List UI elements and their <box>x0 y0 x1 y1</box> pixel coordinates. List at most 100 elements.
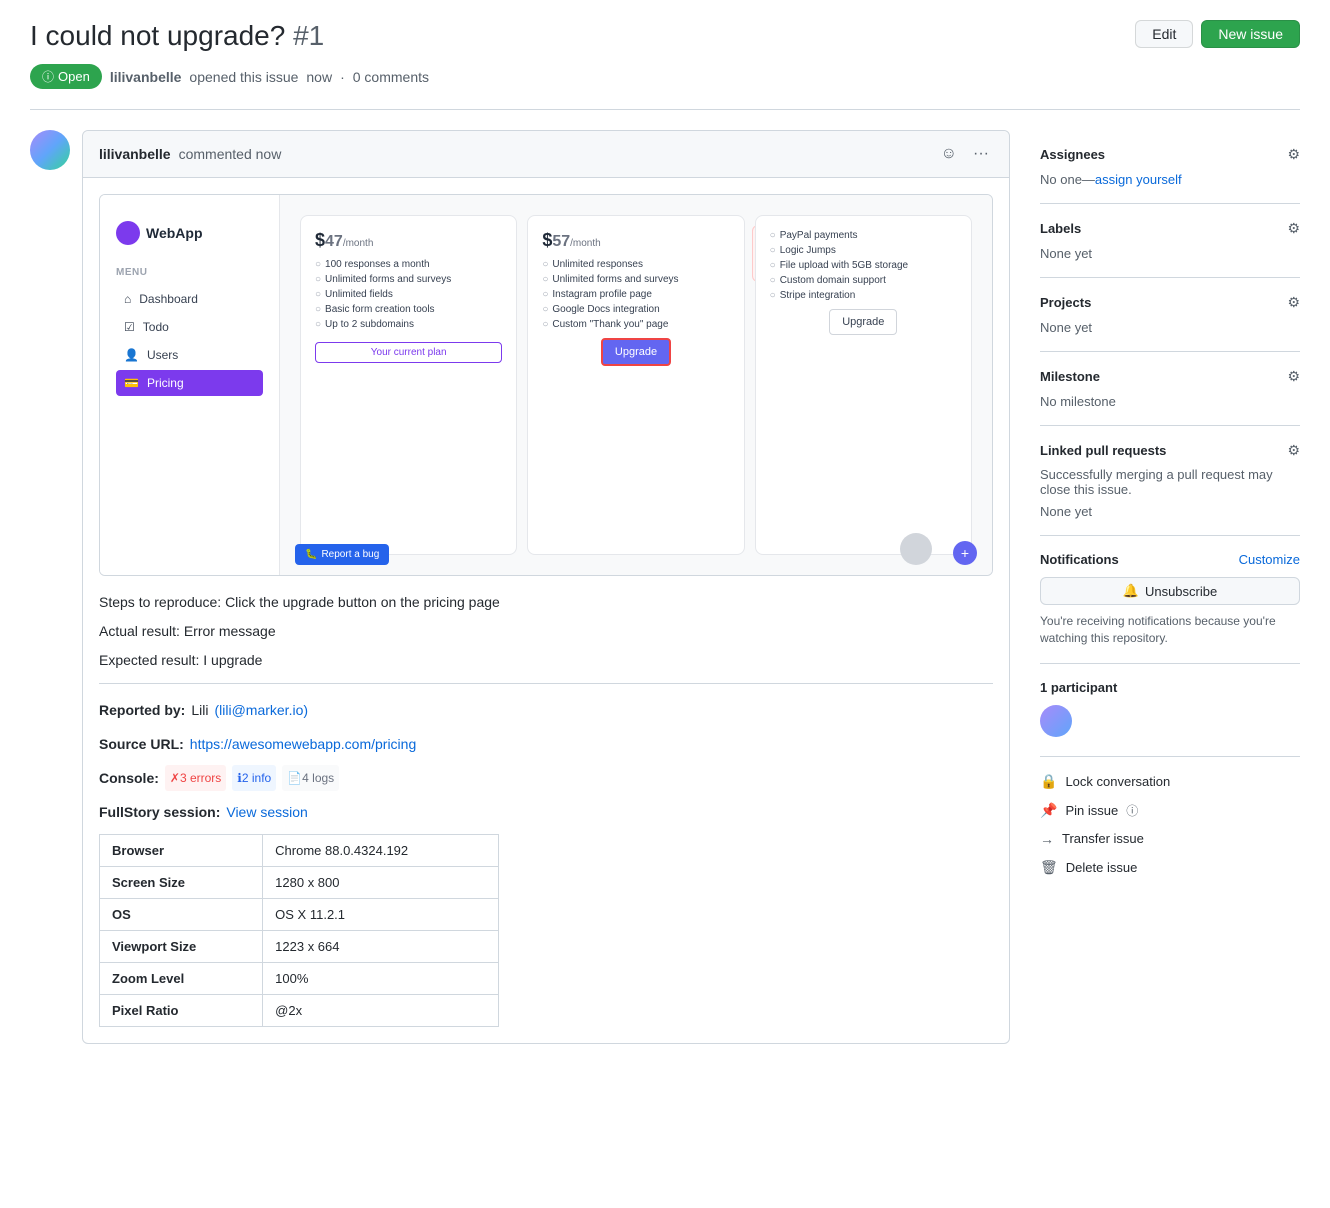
view-session-link[interactable]: View session <box>226 798 307 826</box>
labels-value: None yet <box>1040 246 1092 261</box>
sidebar-actions: 🔒 Lock conversation 📌 Pin issue ⓘ → Tran… <box>1040 756 1300 892</box>
sidebar: Assignees ⚙ No one—assign yourself Label… <box>1040 130 1300 1060</box>
webapp-user-avatar <box>900 533 932 565</box>
table-cell-value: OS X 11.2.1 <box>263 899 499 931</box>
assign-yourself-link[interactable]: assign yourself <box>1095 172 1182 187</box>
upgrade-button-plan2[interactable]: Upgrade <box>601 338 671 366</box>
pricing-card-2: $57/month Unlimited responses Unlimited … <box>527 215 744 555</box>
more-options-button[interactable]: ··· <box>969 143 993 165</box>
feature-1-2: Unlimited forms and surveys <box>315 274 502 285</box>
webapp-nav-dashboard: ⌂ Dashboard <box>116 286 263 312</box>
lock-conversation-label: Lock conversation <box>1065 774 1170 789</box>
report-bug-button[interactable]: 🐛 Report a bug <box>295 544 389 565</box>
transfer-issue-action[interactable]: → Transfer issue <box>1040 831 1300 847</box>
pin-issue-action[interactable]: 📌 Pin issue ⓘ <box>1040 802 1300 819</box>
webapp-nav-users: 👤 Users <box>116 342 263 368</box>
linked-prs-gear[interactable]: ⚙ <box>1287 442 1300 459</box>
table-cell-value: 1223 x 664 <box>263 931 499 963</box>
table-cell-label: Zoom Level <box>100 963 263 995</box>
comment-metadata: Reported by: Lili (lili@marker.io) Sourc… <box>99 696 993 826</box>
linked-prs-description: Successfully merging a pull request may … <box>1040 467 1300 497</box>
unsubscribe-button[interactable]: 🔔 Unsubscribe <box>1040 577 1300 605</box>
assignees-title: Assignees <box>1040 147 1105 162</box>
reported-by-email[interactable]: (lili@marker.io) <box>214 696 308 724</box>
webapp-nav-todo: ☑ Todo <box>116 314 263 340</box>
upgrade-button-plan3[interactable]: Upgrade <box>829 309 897 335</box>
webapp-logo-icon <box>116 221 140 245</box>
table-row: Pixel Ratio@2x <box>100 995 499 1027</box>
console-logs-badge: 📄4 logs <box>282 765 339 791</box>
source-url-link[interactable]: https://awesomewebapp.com/pricing <box>190 730 416 758</box>
feature-3-1: PayPal payments <box>770 230 957 241</box>
dashboard-icon: ⌂ <box>124 292 131 306</box>
projects-title: Projects <box>1040 295 1091 310</box>
open-icon: ⓘ <box>42 68 54 85</box>
webapp-nav-pricing: 💳 Pricing <box>116 370 263 396</box>
delete-issue-action[interactable]: 🗑 Delete issue <box>1040 859 1300 876</box>
pin-issue-label: Pin issue <box>1065 803 1118 818</box>
labels-title: Labels <box>1040 221 1081 236</box>
console-row: Console: ✗3 errors ℹ2 info 📄4 logs <box>99 764 993 792</box>
table-cell-value: Chrome 88.0.4324.192 <box>263 835 499 867</box>
pricing-card-3: PayPal payments Logic Jumps File upload … <box>755 215 972 555</box>
comment-text: Steps to reproduce: Click the upgrade bu… <box>99 592 993 671</box>
feature-1-1: 100 responses a month <box>315 259 502 270</box>
assignees-gear[interactable]: ⚙ <box>1287 146 1300 163</box>
webapp-plus-button[interactable]: + <box>953 541 977 565</box>
feature-2-4: Google Docs integration <box>542 304 729 315</box>
labels-gear[interactable]: ⚙ <box>1287 220 1300 237</box>
issue-title: I could not upgrade? #1 <box>30 20 324 52</box>
feature-1-3: Unlimited fields <box>315 289 502 300</box>
feature-3-2: Logic Jumps <box>770 245 957 256</box>
milestone-gear[interactable]: ⚙ <box>1287 368 1300 385</box>
comment-body: WebApp MENU ⌂ Dashboard ☑ Todo <box>83 178 1009 1043</box>
source-url-label: Source URL: <box>99 730 184 758</box>
transfer-issue-label: Transfer issue <box>1062 831 1144 846</box>
comment-action: commented now <box>179 146 282 162</box>
feature-2-1: Unlimited responses <box>542 259 729 270</box>
table-cell-value: 1280 x 800 <box>263 867 499 899</box>
issue-author: lilivanbelle <box>110 69 182 85</box>
comment-header: lilivanbelle commented now ☺ ··· <box>83 131 1009 178</box>
pricing-card-1: $47/month 100 responses a month Unlimite… <box>300 215 517 555</box>
comment-header-right: ☺ ··· <box>937 143 993 165</box>
status-badge: ⓘ Open <box>30 64 102 89</box>
lock-conversation-action[interactable]: 🔒 Lock conversation <box>1040 773 1300 790</box>
webapp-mockup: WebApp MENU ⌂ Dashboard ☑ Todo <box>100 195 992 575</box>
customize-link[interactable]: Customize <box>1239 552 1300 567</box>
webapp-sidebar: WebApp MENU ⌂ Dashboard ☑ Todo <box>100 195 280 575</box>
comment-header-left: lilivanbelle commented now <box>99 146 281 162</box>
webapp-pricing-content: $47/month 100 responses a month Unlimite… <box>280 195 992 575</box>
main-content: lilivanbelle commented now ☺ ··· <box>30 130 1010 1060</box>
notifications-header: Notifications Customize <box>1040 552 1300 567</box>
notifications-section: Notifications Customize 🔔 Unsubscribe Yo… <box>1040 536 1300 663</box>
bell-icon: 🔔 <box>1123 583 1139 599</box>
issue-meta: ⓘ Open lilivanbelle opened this issue no… <box>30 64 1300 89</box>
fullstory-label: FullStory session: <box>99 798 220 826</box>
feature-3-5: Stripe integration <box>770 290 957 301</box>
transfer-icon: → <box>1040 831 1054 847</box>
projects-gear[interactable]: ⚙ <box>1287 294 1300 311</box>
projects-value: None yet <box>1040 320 1092 335</box>
current-plan-button[interactable]: Your current plan <box>315 342 502 363</box>
console-label: Console: <box>99 764 159 792</box>
participant-avatar <box>1040 705 1072 737</box>
emoji-button[interactable]: ☺ <box>937 143 961 165</box>
edit-button[interactable]: Edit <box>1135 20 1193 48</box>
milestone-section: Milestone ⚙ No milestone <box>1040 352 1300 426</box>
table-row: Screen Size1280 x 800 <box>100 867 499 899</box>
feature-1-5: Up to 2 subdomains <box>315 319 502 330</box>
labels-section: Labels ⚙ None yet <box>1040 204 1300 278</box>
expected-text: Expected result: I upgrade <box>99 650 993 671</box>
delete-issue-label: Delete issue <box>1066 860 1138 875</box>
reported-by-name: Lili <box>191 696 208 724</box>
reported-by-label: Reported by: <box>99 696 185 724</box>
milestone-title: Milestone <box>1040 369 1100 384</box>
notifications-info: You're receiving notifications because y… <box>1040 613 1300 647</box>
webapp-logo-text: WebApp <box>146 225 203 241</box>
comment-author: lilivanbelle <box>99 146 171 162</box>
table-row: BrowserChrome 88.0.4324.192 <box>100 835 499 867</box>
comment-wrapper: lilivanbelle commented now ☺ ··· <box>30 130 1010 1060</box>
new-issue-button[interactable]: New issue <box>1201 20 1300 48</box>
main-layout: lilivanbelle commented now ☺ ··· <box>30 130 1300 1060</box>
